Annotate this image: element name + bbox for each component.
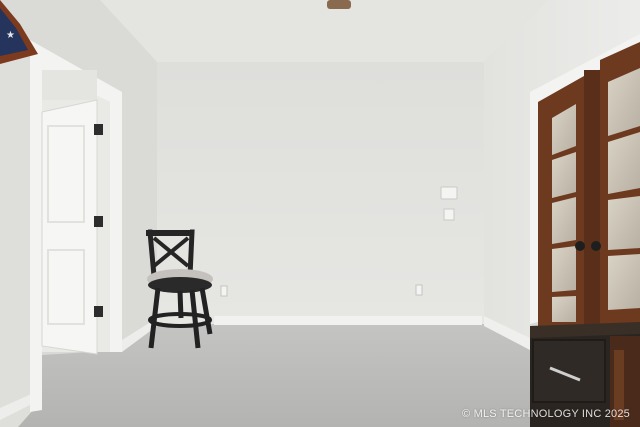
hinge-icon-2 xyxy=(94,216,103,227)
copyright-watermark: © MLS TECHNOLOGY INC 2025 xyxy=(462,408,630,420)
open-white-door xyxy=(41,99,98,355)
baseboard-back xyxy=(214,316,482,325)
room-illustration: ★ xyxy=(0,0,640,427)
door-knob xyxy=(575,241,585,251)
ceiling-fixture xyxy=(327,0,351,9)
room-photo: ★ © MLS TECHNOLOGY INC 2025 xyxy=(0,0,640,427)
ceiling xyxy=(100,0,548,62)
light-switch xyxy=(443,208,455,221)
hinge-icon-3 xyxy=(94,306,103,317)
thermostat xyxy=(440,186,458,200)
outlet-2 xyxy=(415,284,423,296)
svg-text:★: ★ xyxy=(6,30,15,41)
door-knob-2 xyxy=(591,241,601,251)
hinge-icon xyxy=(94,124,103,135)
outlet xyxy=(220,285,228,297)
